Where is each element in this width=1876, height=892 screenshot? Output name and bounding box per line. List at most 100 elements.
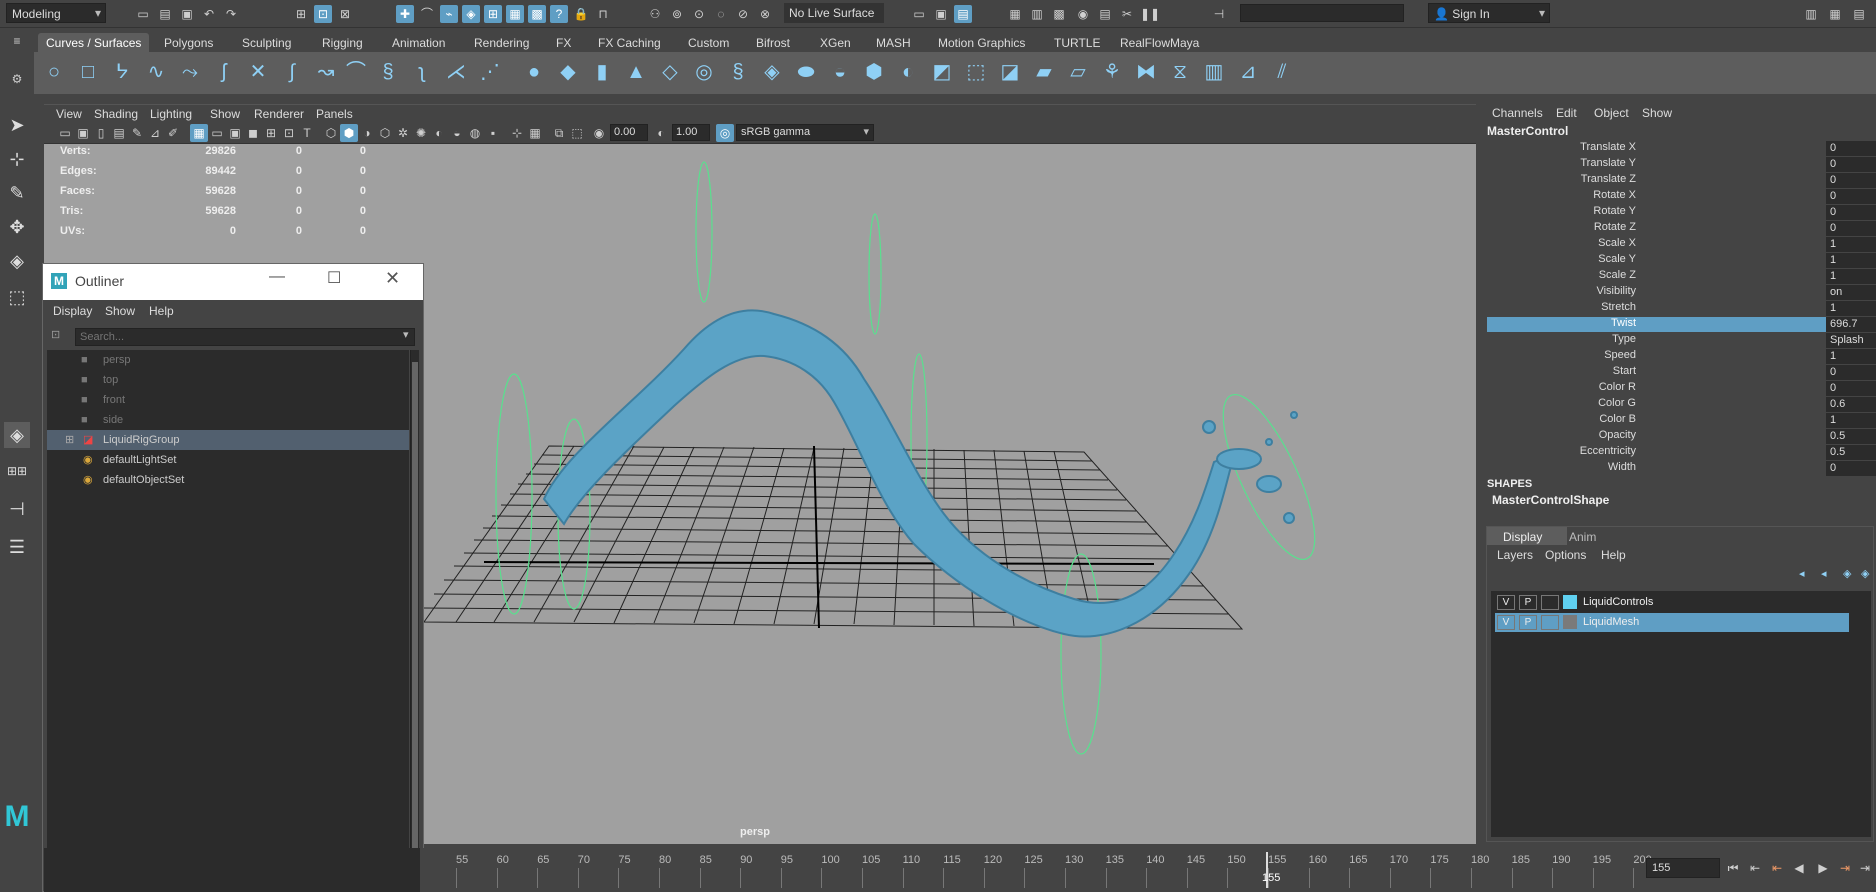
nurbs-circle-icon[interactable]: ○ bbox=[42, 60, 66, 84]
viewport-menu-lighting[interactable]: Lighting bbox=[150, 107, 192, 121]
move-layer-down-icon[interactable]: ◂ bbox=[1821, 567, 1827, 580]
render-icon[interactable]: ▩ bbox=[1050, 5, 1068, 23]
motion-blur-icon[interactable]: ◒ bbox=[448, 124, 466, 142]
display-type-toggle[interactable] bbox=[1541, 595, 1559, 610]
scale-tool-icon[interactable]: ⬚ bbox=[4, 284, 30, 310]
select-component-icon[interactable]: ⊠ bbox=[336, 5, 354, 23]
channel-label[interactable]: Width bbox=[1608, 461, 1636, 473]
lock-icon[interactable]: 🔒 bbox=[572, 5, 590, 23]
use-all-lights-icon[interactable]: ✲ bbox=[394, 124, 412, 142]
viewport-menu-renderer[interactable]: Renderer bbox=[254, 107, 304, 121]
ipr-render-icon[interactable]: ▤ bbox=[954, 5, 972, 23]
shape-name[interactable]: MasterControlShape bbox=[1492, 493, 1609, 507]
channel-value[interactable]: 1 bbox=[1826, 413, 1876, 428]
new-scene-icon[interactable]: ▭ bbox=[134, 5, 152, 23]
camera-icon[interactable]: ▭ bbox=[56, 124, 74, 142]
outliner-item-top[interactable]: ■ top bbox=[47, 370, 409, 390]
time-slider[interactable]: 55 60 65 70 75 80 85 90 95 100 105 110 115 120 125 130 1… bbox=[44, 848, 1652, 892]
shelf-tab-fx-caching[interactable]: FX Caching bbox=[590, 33, 669, 52]
channels-menu-edit[interactable]: Edit bbox=[1556, 106, 1577, 120]
channels-menu-object[interactable]: Object bbox=[1594, 106, 1629, 120]
outliner-menu-help[interactable]: Help bbox=[149, 304, 174, 318]
intersect-surfaces-icon[interactable]: ▰ bbox=[1032, 60, 1056, 84]
gate-mask-icon[interactable]: ◼ bbox=[244, 124, 262, 142]
channel-label[interactable]: Speed bbox=[1604, 349, 1636, 361]
rotate-tool-icon[interactable]: ◈ bbox=[4, 248, 30, 274]
layer-row-liquidcontrols[interactable]: V P LiquidControls bbox=[1495, 593, 1849, 612]
expand-plus-icon[interactable]: ⊞ bbox=[65, 430, 74, 450]
viewport-menu-panels[interactable]: Panels bbox=[316, 107, 353, 121]
extrude-icon[interactable]: ◒ bbox=[828, 60, 852, 84]
chevron-down-icon[interactable]: ▾ bbox=[403, 328, 409, 341]
search-input[interactable] bbox=[75, 328, 415, 346]
outliner-item-persp[interactable]: ■ persp bbox=[47, 350, 409, 370]
hypershade-icon[interactable]: ▥ bbox=[1028, 5, 1046, 23]
untrim-icon[interactable]: ⚘ bbox=[1100, 60, 1124, 84]
select-hierarchy-icon[interactable]: ⊞ bbox=[292, 5, 310, 23]
tools-icon[interactable]: ✂ bbox=[1118, 5, 1136, 23]
channel-label[interactable]: Rotate X bbox=[1593, 189, 1636, 201]
display-type-toggle[interactable] bbox=[1541, 615, 1559, 630]
pencil-curve-icon[interactable]: ʃ bbox=[212, 60, 236, 84]
redo-icon[interactable]: ↷ bbox=[222, 5, 240, 23]
channel-label[interactable]: Start bbox=[1613, 365, 1636, 377]
channel-label[interactable]: Translate X bbox=[1580, 141, 1636, 153]
boundary-icon[interactable]: ◐ bbox=[896, 60, 920, 84]
film-gate-icon[interactable]: ▭ bbox=[208, 124, 226, 142]
scrollbar-thumb[interactable] bbox=[412, 362, 418, 862]
bookmark-icon[interactable]: ▯ bbox=[92, 124, 110, 142]
shelf-tab-motion-graphics[interactable]: Motion Graphics bbox=[930, 33, 1033, 52]
go-to-start-icon[interactable]: ⏮ bbox=[1724, 859, 1742, 877]
layer-color-swatch[interactable] bbox=[1563, 615, 1577, 629]
undo-icon[interactable]: ↶ bbox=[200, 5, 218, 23]
channel-value[interactable]: 0 bbox=[1826, 381, 1876, 396]
outliner-item-front[interactable]: ■ front bbox=[47, 390, 409, 410]
layers-menu-help[interactable]: Help bbox=[1601, 548, 1626, 562]
sequencer-icon[interactable]: ▤ bbox=[1096, 5, 1114, 23]
help-icon[interactable]: ? bbox=[550, 5, 568, 23]
channel-value[interactable]: 0 bbox=[1826, 141, 1876, 156]
shelf-tab-curves-surfaces[interactable]: Curves / Surfaces bbox=[38, 33, 150, 52]
wireframe-icon[interactable]: ⬡ bbox=[322, 124, 340, 142]
shelf-tab-fx[interactable]: FX bbox=[548, 33, 579, 52]
lasso-tool-icon[interactable]: ⊹ bbox=[4, 146, 30, 172]
open-scene-icon[interactable]: ▤ bbox=[156, 5, 174, 23]
channels-menu-channels[interactable]: Channels bbox=[1492, 106, 1543, 120]
snap-point-icon[interactable]: ⌁ bbox=[440, 5, 458, 23]
exposure-field[interactable]: 0.00 bbox=[610, 124, 648, 141]
offset-curve-icon[interactable]: ʅ bbox=[410, 60, 434, 84]
tweak-icon[interactable]: ⊘ bbox=[734, 5, 752, 23]
smooth-shade-icon[interactable]: ⬢ bbox=[340, 124, 358, 142]
toolbox-menu-icon[interactable]: ≡ bbox=[8, 32, 26, 50]
nurbs-square-icon[interactable]: □ bbox=[76, 60, 100, 84]
channel-label[interactable]: Scale Z bbox=[1599, 269, 1636, 281]
anti-aliasing-icon[interactable]: ◍ bbox=[466, 124, 484, 142]
channel-value[interactable]: Splash bbox=[1826, 333, 1876, 348]
snap-live-icon[interactable]: ▦ bbox=[506, 5, 524, 23]
viewport-menu-shading[interactable]: Shading bbox=[94, 107, 138, 121]
shadows-icon[interactable]: ✺ bbox=[412, 124, 430, 142]
channel-value[interactable]: 1 bbox=[1826, 253, 1876, 268]
2d-pan-zoom-icon[interactable]: ⊿ bbox=[146, 124, 164, 142]
outliner-titlebar[interactable]: M Outliner — ☐ ✕ bbox=[43, 264, 423, 300]
attach-curves-icon[interactable]: ∫ bbox=[280, 60, 304, 84]
revolve-icon[interactable]: § bbox=[726, 60, 750, 84]
sign-in-dropdown[interactable]: 👤 Sign In ▾ bbox=[1428, 3, 1550, 23]
channel-value[interactable]: 0.5 bbox=[1826, 445, 1876, 460]
channels-menu-show[interactable]: Show bbox=[1642, 106, 1672, 120]
channel-label[interactable]: Color R bbox=[1599, 381, 1636, 393]
step-back-frame-icon[interactable]: ⇤ bbox=[1768, 859, 1786, 877]
color-management-icon[interactable]: ◎ bbox=[716, 124, 734, 142]
layer-color-swatch[interactable] bbox=[1563, 595, 1577, 609]
shelf-tab-custom[interactable]: Custom bbox=[680, 33, 737, 52]
viewport-menu-view[interactable]: View bbox=[56, 107, 82, 121]
shelf-tab-rendering[interactable]: Rendering bbox=[466, 33, 537, 52]
close-icon[interactable]: ✕ bbox=[385, 268, 400, 289]
channel-value[interactable]: 1 bbox=[1826, 269, 1876, 284]
layers-menu-options[interactable]: Options bbox=[1545, 548, 1586, 562]
snap-grid-icon[interactable]: ✚ bbox=[396, 5, 414, 23]
camera-attributes-icon[interactable]: ▣ bbox=[74, 124, 92, 142]
channel-label[interactable]: Scale Y bbox=[1598, 253, 1636, 265]
outliner-scrollbar[interactable] bbox=[410, 350, 419, 880]
bezier-curve-icon[interactable]: ⤳ bbox=[178, 60, 202, 84]
